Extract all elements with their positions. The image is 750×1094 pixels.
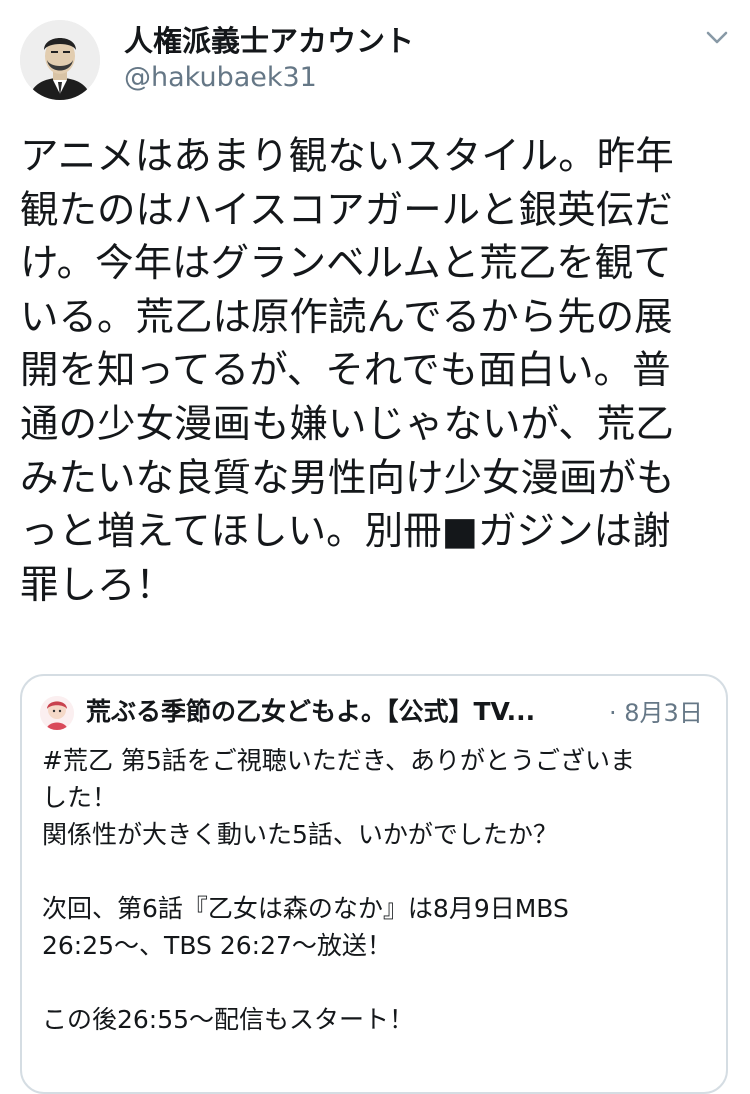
tweet: 人権派義士アカウント @hakubaek31 アニメはあまり観ないスタイル。昨年… — [0, 0, 750, 1094]
author-avatar[interactable] — [20, 20, 100, 100]
man-portrait-icon — [20, 20, 100, 100]
author-handle[interactable]: @hakubaek31 — [124, 62, 317, 94]
date-separator: · — [609, 699, 617, 727]
quoted-account-name[interactable]: 荒ぶる季節の乙女どもよ。【公式】TV... — [86, 696, 535, 728]
anime-character-avatar-icon — [40, 696, 74, 730]
chevron-down-icon[interactable] — [700, 24, 734, 52]
quoted-tweet-card[interactable]: 荒ぶる季節の乙女どもよ。【公式】TV... · 8月3日 #荒乙 第5話をご視聴… — [20, 674, 728, 1094]
author-name[interactable]: 人権派義士アカウント — [124, 24, 414, 58]
quoted-date[interactable]: · 8月3日 — [609, 697, 703, 729]
tweet-text: アニメはあまり観ないスタイル。昨年 観たのはハイスコアガールと銀英伝だ け。今年… — [20, 134, 675, 608]
quoted-date-value: 8月3日 — [624, 699, 703, 727]
quoted-tweet-text: #荒乙 第5話をご視聴いただき、ありがとうございま した！ 関係性が大きく動いた… — [42, 746, 636, 1034]
